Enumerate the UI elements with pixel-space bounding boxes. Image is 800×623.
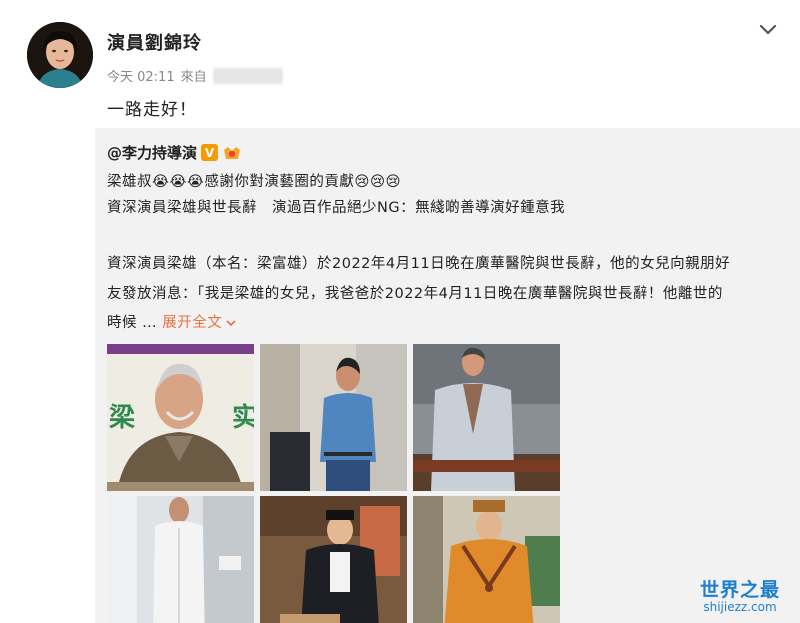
repost-author-row: @李力持導演 V bbox=[107, 142, 242, 163]
post-time[interactable]: 今天 02:11 bbox=[107, 66, 175, 85]
photo-2[interactable] bbox=[260, 344, 407, 491]
svg-text:实: 实 bbox=[232, 402, 254, 433]
chevron-down-icon[interactable] bbox=[226, 319, 236, 327]
source-prefix: 來自 bbox=[180, 70, 207, 85]
photo-1[interactable]: 梁 实 bbox=[107, 344, 254, 491]
repost-body-prefix: 時候 … bbox=[107, 315, 158, 331]
member-badge-icon bbox=[222, 144, 242, 161]
weibo-post: 演員劉錦玲 今天 02:11 來自 一路走好！ @李力持導演 V 梁雄叔😭😭😭感… bbox=[0, 0, 800, 623]
photo-sign-text: 梁 bbox=[108, 403, 135, 433]
photo-6[interactable] bbox=[413, 496, 560, 623]
photo-4[interactable] bbox=[107, 496, 254, 623]
repost-body-line-1: 資深演員梁雄（本名：梁富雄）於2022年4月11日晚在廣華醫院與世長辭，他的女兒… bbox=[107, 256, 731, 272]
source-blurred bbox=[212, 67, 283, 84]
repost-card[interactable]: @李力持導演 V 梁雄叔😭😭😭感謝你對演藝圈的貢獻😢😢😢 資深演員梁雄與世長辭 … bbox=[95, 128, 800, 623]
chevron-down-icon[interactable] bbox=[758, 22, 778, 38]
post-meta: 今天 02:11 來自 bbox=[107, 66, 283, 85]
repost-line-2: 資深演員梁雄與世長辭 演過百作品絕少NG：無綫啲善導演好鍾意我 bbox=[107, 200, 566, 216]
watermark-title: 世界之最 bbox=[700, 579, 781, 601]
repost-body-line-3: 時候 … 展开全文 bbox=[107, 311, 236, 332]
repost-line-1: 梁雄叔😭😭😭感謝你對演藝圈的貢獻😢😢😢 bbox=[107, 174, 402, 190]
watermark-logo: 世界之最 shijiezz.com bbox=[700, 575, 780, 614]
repost-author-name[interactable]: @李力持導演 bbox=[107, 142, 197, 163]
author-name[interactable]: 演員劉錦玲 bbox=[107, 29, 202, 55]
avatar[interactable] bbox=[27, 22, 93, 88]
repost-body-line-2: 友發放消息：「我是梁雄的女兒，我爸爸於2022年4月11日晚在廣華醫院與世長辭！… bbox=[107, 286, 723, 302]
photo-3[interactable] bbox=[413, 344, 560, 491]
expand-link[interactable]: 展开全文 bbox=[162, 315, 236, 331]
post-text: 一路走好！ bbox=[107, 100, 197, 120]
photo-5[interactable] bbox=[260, 496, 407, 623]
expand-label[interactable]: 展开全文 bbox=[162, 315, 222, 331]
watermark-url: shijiezz.com bbox=[703, 600, 777, 614]
verified-v-icon: V bbox=[201, 144, 219, 161]
